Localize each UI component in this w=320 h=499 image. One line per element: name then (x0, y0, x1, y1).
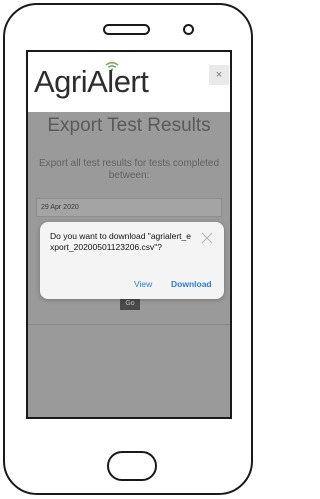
divider (28, 324, 230, 325)
app-logo: AgriAlert (34, 64, 149, 99)
export-subtitle: Export all test results for tests comple… (38, 158, 220, 181)
dialog-close-icon[interactable] (199, 230, 215, 246)
go-button[interactable]: Go (120, 298, 140, 310)
phone-home-button[interactable] (107, 451, 157, 481)
close-icon[interactable]: × (209, 65, 229, 85)
phone-camera (183, 24, 194, 35)
phone-speaker (103, 24, 150, 35)
download-dialog: Do you want to download "agrialert_expor… (40, 222, 224, 299)
download-button[interactable]: Download (171, 279, 212, 289)
app-header: AgriAlert × (28, 52, 230, 112)
export-title: Export Test Results (47, 115, 211, 136)
dialog-message: Do you want to download "agrialert_expor… (50, 231, 191, 252)
date-input[interactable]: 29 Apr 2020 (36, 198, 222, 217)
view-button[interactable]: View (134, 279, 152, 289)
